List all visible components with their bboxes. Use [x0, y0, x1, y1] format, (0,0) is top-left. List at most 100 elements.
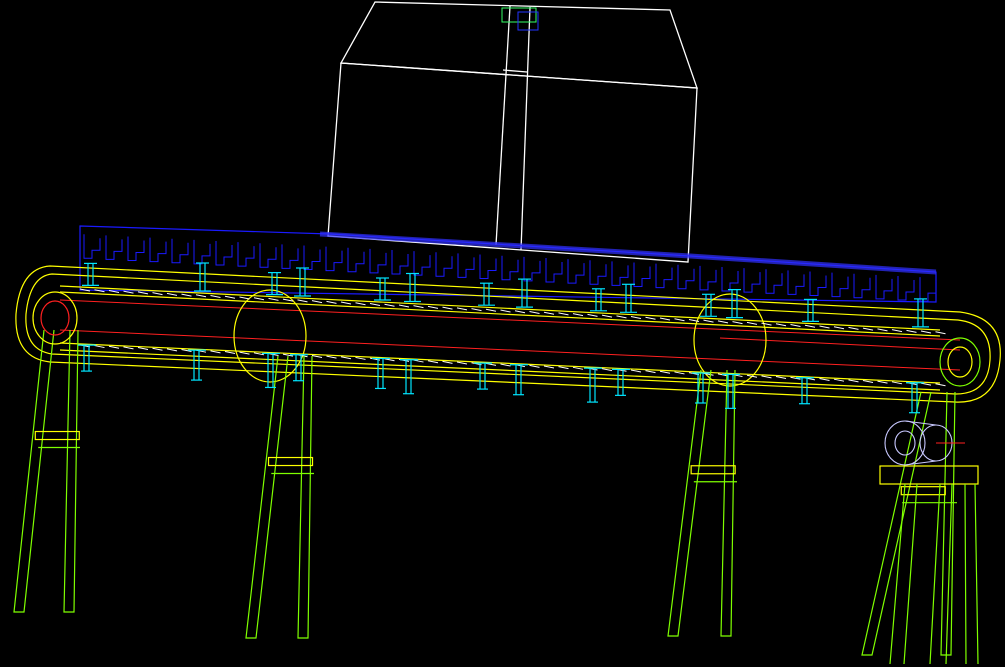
slat-line	[833, 326, 845, 330]
belt-lamella	[259, 243, 277, 268]
belt-lamella	[479, 254, 497, 280]
slat-line	[877, 328, 888, 332]
upper-roller	[516, 278, 533, 308]
slat-line	[775, 323, 787, 327]
slat-line	[703, 319, 714, 323]
slat-line	[558, 312, 569, 316]
upper-roller	[590, 288, 607, 312]
belt-lamella	[765, 269, 783, 294]
cad-viewport[interactable]	[0, 0, 1005, 667]
slat-line	[529, 310, 540, 314]
slat-line	[630, 316, 642, 320]
slat-line	[471, 308, 482, 312]
leg	[861, 391, 957, 656]
slat-line	[413, 305, 424, 309]
leg	[667, 369, 737, 637]
leg-front-outer	[13, 329, 55, 613]
slat-line	[587, 313, 598, 317]
lower-roller	[474, 362, 492, 390]
belt-lamella	[677, 264, 695, 290]
slat-line	[398, 304, 410, 308]
slat-line	[442, 306, 453, 310]
slat-line	[239, 351, 250, 355]
slat-line	[152, 292, 163, 296]
slat-line	[616, 315, 627, 319]
belt-lamella	[127, 236, 145, 261]
slat-line	[601, 314, 613, 318]
slat-line	[166, 348, 178, 352]
upper-roller	[802, 298, 819, 322]
side-frame	[15, 265, 1001, 403]
belt-lamella	[919, 277, 937, 302]
slat-line	[819, 325, 830, 329]
lower-roller	[906, 382, 924, 414]
slat-line	[761, 375, 772, 379]
leg	[245, 355, 314, 639]
slat-line	[543, 311, 555, 315]
slat-line	[906, 329, 917, 333]
slat-line	[369, 303, 381, 306]
leg-back-outer	[63, 329, 79, 613]
drive-stand-top	[879, 465, 979, 485]
belt-lamella	[215, 240, 233, 266]
belt-lamella	[567, 259, 585, 284]
slat-line	[645, 316, 656, 320]
belt-lamella	[875, 274, 893, 300]
slat-line	[442, 360, 453, 364]
conveyor-drawing	[13, 1, 1001, 665]
lower-roller	[584, 367, 602, 403]
belt-lamella	[457, 253, 475, 278]
upper-roller	[404, 272, 421, 303]
lower-roller	[796, 377, 814, 405]
belt-lamella	[193, 239, 211, 265]
slat-line	[848, 379, 859, 383]
lower-roller	[188, 349, 206, 381]
belt-lamella	[237, 242, 255, 267]
tension-lines	[59, 299, 961, 371]
belt-lamella	[501, 255, 519, 281]
slat-line	[790, 324, 801, 328]
slat-line	[543, 365, 555, 369]
slat-line	[224, 295, 236, 299]
roller-set	[78, 262, 929, 414]
slat-line	[253, 297, 265, 301]
slat-line	[630, 369, 642, 373]
slat-line	[210, 350, 221, 354]
belt-lamella	[809, 271, 827, 297]
belt-lamella	[897, 276, 915, 301]
upper-roller	[82, 262, 99, 286]
slat-line	[123, 346, 134, 350]
slat-line	[674, 318, 685, 322]
slat-line	[891, 329, 903, 333]
slat-line	[311, 354, 323, 358]
slat-line	[891, 381, 903, 385]
leg-back-outer	[720, 369, 736, 637]
slat-line	[659, 317, 671, 321]
belt-lamella	[589, 260, 607, 285]
belt-lamella	[831, 272, 849, 298]
slat-line	[500, 309, 511, 313]
slat-line	[877, 380, 888, 384]
slat-line	[456, 307, 468, 311]
belt-lamella	[699, 265, 717, 291]
slat-line	[152, 347, 163, 351]
slat-line	[819, 378, 830, 382]
drive-stand-legs	[889, 483, 979, 665]
lower-roller	[372, 357, 390, 390]
slat-line	[601, 368, 613, 372]
slat-line	[210, 295, 221, 299]
drive-unit	[884, 420, 965, 466]
leg-front-outer	[667, 369, 712, 637]
slat-line	[485, 308, 497, 312]
slat-line	[746, 321, 758, 325]
belt-lamella	[391, 250, 409, 275]
belt-lamella	[633, 262, 651, 287]
slat-line	[137, 291, 149, 295]
lower-roller	[290, 354, 308, 382]
drive-stand	[879, 465, 979, 665]
upper-roller	[194, 262, 211, 292]
slat-line	[804, 324, 816, 328]
leg-front-outer	[861, 391, 932, 656]
slat-line	[848, 326, 859, 330]
slat-line	[268, 297, 279, 301]
